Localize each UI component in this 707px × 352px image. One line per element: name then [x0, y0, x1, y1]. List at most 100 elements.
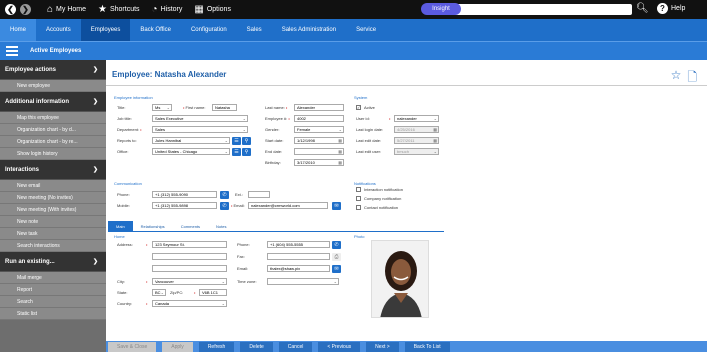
home-phone-call-button[interactable]: ✆ [332, 241, 341, 249]
menu-home[interactable]: Home [0, 19, 37, 41]
home-send-email-button[interactable]: ✉ [332, 265, 341, 273]
sidebar-item-new-meeting-no-invites[interactable]: New meeting (No invites) [0, 192, 106, 204]
send-email-button[interactable]: ✉ [332, 202, 341, 210]
job-title-select[interactable]: Sales Executive ⌄ [152, 115, 248, 122]
sidebar-item-org-chart-reports[interactable]: Organization chart - by re... [0, 136, 106, 148]
menu-service[interactable]: Service [346, 19, 386, 41]
time-zone-select[interactable]: ⌄ [267, 278, 339, 285]
menu-sales-administration[interactable]: Sales Administration [272, 19, 346, 41]
sidebar-item-login-history[interactable]: Show login history [0, 148, 106, 160]
sidebar-item-new-note[interactable]: New note [0, 216, 106, 228]
tab-comments[interactable]: Comments [173, 221, 208, 231]
tab-notes[interactable]: Notes [208, 221, 234, 231]
search-icon[interactable]: 🔍︎ [636, 3, 649, 15]
sidebar-item-map-employee[interactable]: Map this employee [0, 112, 106, 124]
title-select[interactable]: Ms ⌄ [152, 104, 172, 111]
back-icon[interactable]: ❮ [5, 4, 16, 15]
phone-call-button[interactable]: ✆ [220, 191, 229, 199]
last-name-field[interactable]: Alexander [294, 104, 344, 111]
employee-number-field[interactable]: 4002 [294, 115, 344, 122]
home-phone-field[interactable]: +1 (604) 555-5555 [267, 241, 330, 248]
my-home-button[interactable]: ⌂ My Home [47, 4, 86, 15]
sidebar-item-search-interactions[interactable]: Search interactions [0, 240, 106, 252]
employee-photo[interactable] [371, 240, 429, 318]
view-title: Active Employees [30, 48, 82, 54]
sidebar-item-report[interactable]: Report [0, 284, 106, 296]
address-line-3[interactable] [152, 265, 227, 272]
active-checkbox[interactable]: ✓ [356, 105, 361, 110]
sidebar-section-employee-actions[interactable]: Employee actions ❯ [0, 60, 106, 80]
menu-back-office[interactable]: Back Office [130, 19, 181, 41]
reports-to-select[interactable]: Jules Hannibal ⌄ [152, 137, 230, 144]
address-line-2[interactable] [152, 253, 227, 260]
tab-main[interactable]: Main [108, 221, 133, 231]
start-date-field[interactable]: 1/12/1998 ▦ [294, 137, 344, 144]
sidebar-item-new-employee[interactable]: New employee [0, 80, 106, 92]
interaction-notification-checkbox[interactable] [356, 187, 361, 192]
sidebar-item-search[interactable]: Search [0, 296, 106, 308]
calendar-icon[interactable]: ▦ [338, 149, 342, 154]
delete-button[interactable]: Delete [240, 341, 273, 352]
email-field[interactable]: nalexander@crmworld.com [248, 202, 328, 209]
next-button[interactable]: Next > [366, 341, 399, 352]
apply-button[interactable]: Apply [162, 341, 193, 352]
hamburger-icon[interactable] [6, 44, 18, 58]
menu-sales[interactable]: Sales [237, 19, 272, 41]
back-to-list-button[interactable]: Back To List [404, 341, 450, 352]
home-email-field[interactable]: thalex@shaw.pix [267, 265, 330, 272]
sidebar-item-static-list[interactable]: Static list [0, 308, 106, 320]
sidebar-item-new-meeting-with-invites[interactable]: New meeting (With invites) [0, 204, 106, 216]
company-notification-checkbox[interactable] [356, 196, 361, 201]
sidebar-item-org-chart-department[interactable]: Organization chart - by d... [0, 124, 106, 136]
shortcuts-button[interactable]: ★ Shortcuts [98, 4, 140, 15]
fax-button[interactable]: ⎙ [332, 253, 341, 261]
state-select[interactable]: BC ⌄ [152, 289, 166, 296]
previous-button[interactable]: < Previous [318, 341, 361, 352]
mobile-call-button[interactable]: ✆ [220, 202, 229, 210]
city-select[interactable]: Vancouver ⌄ [152, 278, 227, 285]
chevron-right-icon: ❯ [92, 259, 98, 265]
country-select[interactable]: Canada ⌄ [152, 300, 227, 307]
person-portrait-icon [372, 241, 428, 317]
menu-employees[interactable]: Employees [80, 19, 131, 41]
sidebar-section-interactions[interactable]: Interactions ❯ [0, 160, 106, 180]
fax-field[interactable] [267, 253, 330, 260]
calendar-icon[interactable]: ▦ [338, 160, 342, 165]
office-select[interactable]: United States - Chicago ⌄ [152, 148, 230, 155]
end-date-field[interactable]: ▦ [294, 148, 344, 155]
menu-configuration[interactable]: Configuration [181, 19, 237, 41]
sidebar-section-additional-information[interactable]: Additional information ❯ [0, 92, 106, 112]
calendar-icon[interactable]: ▦ [338, 138, 342, 143]
sidebar-item-new-task[interactable]: New task [0, 228, 106, 240]
sidebar-section-run-existing[interactable]: Run an existing... ❯ [0, 252, 106, 272]
reports-to-list-button[interactable]: ☰ [232, 137, 241, 145]
address-line-1[interactable]: 123 Seymour St. [152, 241, 227, 248]
help-button[interactable]: ? Help [657, 3, 685, 14]
ext-field[interactable] [248, 191, 270, 198]
sidebar-item-mail-merge[interactable]: Mail merge [0, 272, 106, 284]
save-close-button[interactable]: Save & Close [108, 341, 157, 352]
gender-select[interactable]: Female ⌄ [294, 126, 344, 133]
history-button[interactable]: ◔ History [152, 4, 183, 15]
calendar-icon: ▦ [433, 127, 437, 132]
office-list-button[interactable]: ☰ [232, 148, 241, 156]
cancel-button[interactable]: Cancel [278, 341, 313, 352]
mobile-field[interactable]: +1 (312) 555-9898 [152, 202, 217, 209]
birthday-field[interactable]: 3/17/2010 ▦ [294, 159, 344, 166]
options-button[interactable]: ▦ Options [194, 4, 231, 15]
forward-icon[interactable]: ❯ [20, 4, 31, 15]
zip-field[interactable]: V6B 1C1 [199, 289, 227, 296]
global-search-input[interactable] [452, 4, 632, 15]
office-lookup-button[interactable]: ⚲ [242, 148, 251, 156]
reports-to-lookup-button[interactable]: ⚲ [242, 137, 251, 145]
department-select[interactable]: Sales ⌄ [152, 126, 248, 133]
contact-notification-checkbox[interactable] [356, 205, 361, 210]
sidebar-item-new-email[interactable]: New email [0, 180, 106, 192]
menu-accounts[interactable]: Accounts [36, 19, 81, 41]
first-name-field[interactable]: Natasha [212, 104, 237, 111]
phone-field[interactable]: +1 (312) 555-9090 [152, 191, 217, 198]
user-id-select[interactable]: nalexander ⌄ [394, 115, 439, 122]
tab-relationships[interactable]: Relationships [133, 221, 173, 231]
insight-button[interactable]: Insight [421, 3, 461, 15]
refresh-button[interactable]: Refresh [198, 341, 235, 352]
